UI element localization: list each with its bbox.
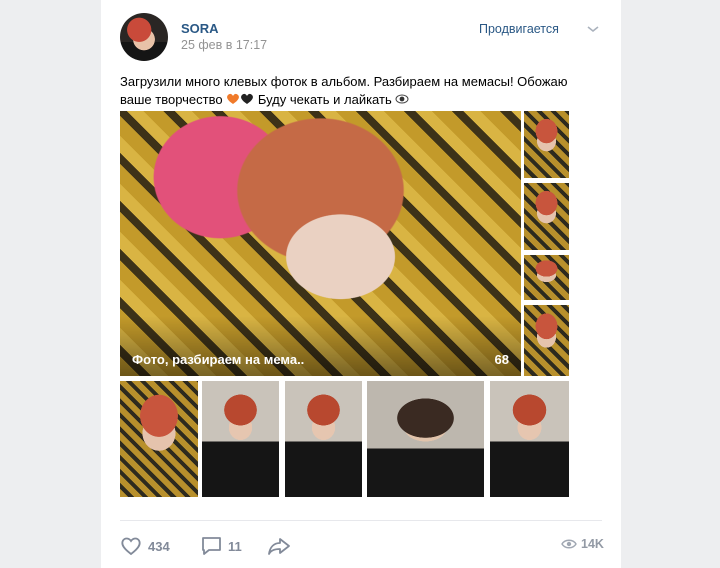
like-button[interactable]: 434: [120, 535, 170, 557]
album-thumbnail[interactable]: [524, 305, 569, 376]
comment-icon: [202, 537, 221, 555]
chevron-down-icon[interactable]: [587, 24, 599, 34]
post-card: SORA 25 фев в 17:17 Продвигается Загрузи…: [101, 0, 621, 568]
comment-count: 11: [228, 538, 242, 554]
album-thumbnail[interactable]: [202, 381, 279, 497]
orange-heart-icon: [227, 93, 240, 104]
post-date[interactable]: 25 фев в 17:17: [181, 38, 267, 52]
views-count: 14K: [581, 537, 604, 551]
album-thumbnail[interactable]: [524, 183, 569, 250]
promoted-label: Продвигается: [479, 22, 559, 36]
divider: [120, 520, 602, 521]
album-cover-photo[interactable]: Фото, разбираем на мема.. 68: [120, 111, 521, 376]
post-text: Загрузили много клевых фоток в альбом. Р…: [120, 73, 610, 109]
album-thumbnail[interactable]: [285, 381, 362, 497]
share-button[interactable]: [267, 535, 291, 557]
post-text-line1: Загрузили много клевых фоток в альбом. Р…: [120, 74, 568, 89]
like-count: 434: [148, 538, 170, 554]
album-thumbnail[interactable]: [524, 255, 569, 300]
album-title: Фото, разбираем на мема..: [132, 352, 305, 367]
eye-emoji-icon: [395, 94, 409, 104]
views-eye-icon: [561, 539, 577, 549]
album-thumbnail[interactable]: [120, 381, 198, 497]
like-heart-icon: [121, 537, 141, 556]
album-thumbnail[interactable]: [524, 111, 569, 178]
avatar[interactable]: [120, 13, 168, 61]
comment-button[interactable]: 11: [201, 535, 242, 557]
author-name[interactable]: SORA: [181, 21, 219, 36]
photo-shade: [120, 316, 521, 376]
post-text-line2b: Буду чекать и лайкать: [257, 92, 392, 107]
album-thumbnail[interactable]: [490, 381, 569, 497]
black-heart-icon: [241, 93, 254, 104]
share-icon: [268, 538, 290, 555]
post-text-line2a: ваше творчество: [120, 92, 223, 107]
views-counter: 14K: [561, 537, 604, 551]
album-count: 68: [494, 352, 509, 367]
album-thumbnail[interactable]: [367, 381, 484, 497]
